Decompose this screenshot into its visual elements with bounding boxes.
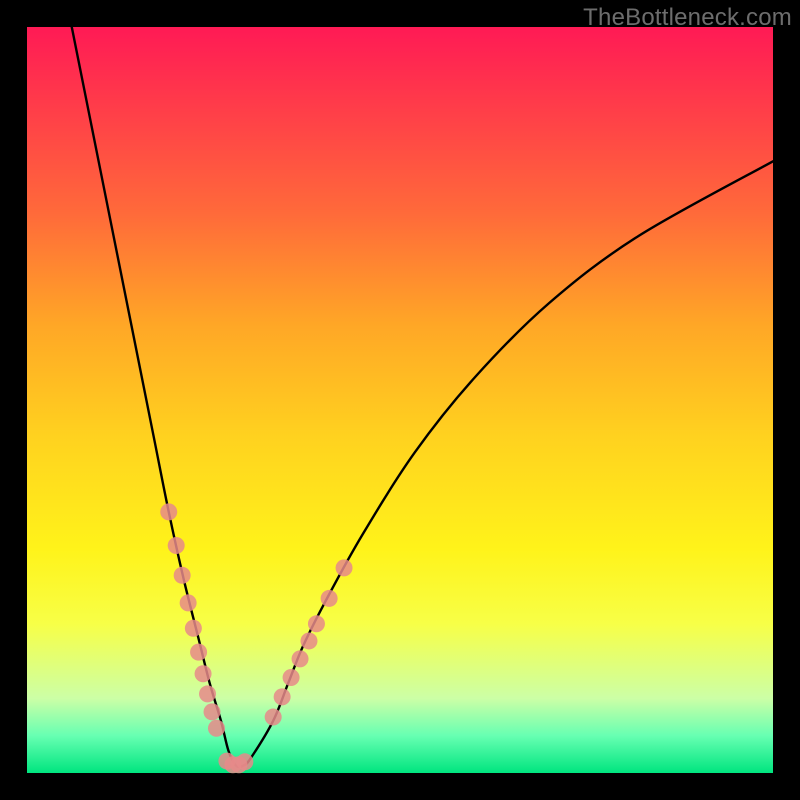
data-point bbox=[208, 720, 225, 737]
plot-area bbox=[27, 27, 773, 773]
data-point bbox=[308, 615, 325, 632]
data-point bbox=[174, 567, 191, 584]
data-point bbox=[195, 665, 212, 682]
data-point bbox=[199, 685, 216, 702]
data-point bbox=[190, 644, 207, 661]
data-point bbox=[185, 620, 202, 637]
data-point bbox=[168, 537, 185, 554]
data-point bbox=[180, 594, 197, 611]
data-point bbox=[321, 590, 338, 607]
data-point bbox=[300, 632, 317, 649]
data-point bbox=[283, 669, 300, 686]
data-point bbox=[292, 650, 309, 667]
data-point bbox=[236, 753, 253, 770]
data-point bbox=[336, 559, 353, 576]
chart-frame: TheBottleneck.com bbox=[0, 0, 800, 800]
data-point bbox=[274, 688, 291, 705]
data-markers bbox=[160, 503, 352, 773]
bottleneck-curve bbox=[72, 27, 773, 767]
data-point bbox=[204, 703, 221, 720]
chart-svg bbox=[27, 27, 773, 773]
data-point bbox=[265, 709, 282, 726]
data-point bbox=[160, 503, 177, 520]
watermark-text: TheBottleneck.com bbox=[583, 4, 792, 32]
